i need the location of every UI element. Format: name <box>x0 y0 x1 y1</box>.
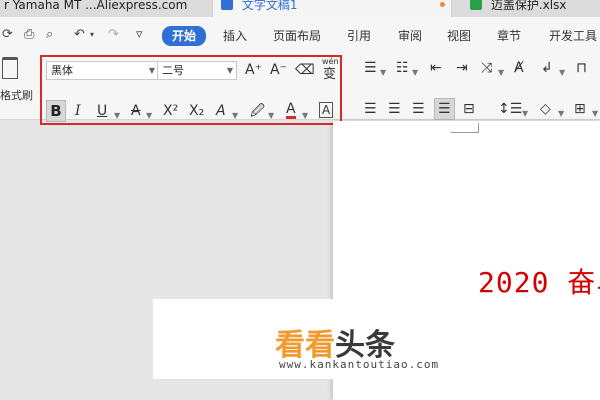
chevron-down-icon[interactable]: ▼ <box>380 64 386 82</box>
font-family-select[interactable]: 黑体 ▼ <box>46 61 159 80</box>
strikethrough-button[interactable]: A <box>131 102 141 120</box>
shading-icon[interactable]: ◇ <box>540 100 551 118</box>
chevron-down-icon[interactable]: ▼ <box>412 64 418 82</box>
chevron-down-icon: ▼ <box>148 66 155 75</box>
tab-spreadsheet[interactable]: 迈盖保护.xlsx <box>462 0 600 17</box>
format-painter-button[interactable]: 格式刷 <box>0 57 33 117</box>
watermark-url: www.kankantoutiao.com <box>279 358 440 371</box>
line-spacing-icon[interactable]: ↕☰ <box>498 100 522 118</box>
font-group-highlight: 黑体 ▼ 二号 ▼ A⁺ A⁻ ⌫ wén 变 B I U ▼ A ▼ X² X… <box>40 55 342 125</box>
font-size-select[interactable]: 二号 ▼ <box>157 61 237 80</box>
document-heading[interactable]: 2020 奋斗 <box>478 261 600 301</box>
chevron-down-icon[interactable]: ▼ <box>232 107 238 125</box>
highlight-color-button[interactable]: 🖉 <box>250 102 265 120</box>
chinese-layout-icon[interactable]: ⤨ <box>481 59 492 77</box>
format-painter-label: 格式刷 <box>0 89 33 102</box>
tab-aliexpress[interactable]: r Yamaha MT ...Aliexpress.com <box>0 0 210 17</box>
superscript-button[interactable]: X² <box>163 102 178 120</box>
distributed-align-icon[interactable]: ⊟ <box>463 100 475 118</box>
align-center-icon[interactable]: ☰ <box>388 100 401 118</box>
align-right-icon[interactable]: ☰ <box>412 100 425 118</box>
font-size-value: 二号 <box>162 64 184 77</box>
sort-icon[interactable]: Ⱥ <box>514 59 524 77</box>
numbered-list-icon[interactable]: ☷ <box>396 59 409 77</box>
show-marks-icon[interactable]: ↲ <box>541 59 553 77</box>
tab-home[interactable]: 开始 <box>162 26 207 46</box>
tab-section[interactable]: 章节 <box>497 27 521 45</box>
chevron-down-icon[interactable]: ▼ <box>114 107 120 125</box>
shrink-font-icon[interactable]: A⁻ <box>270 61 287 79</box>
format-painter-icon <box>2 57 18 79</box>
tab-title: r Yamaha MT ...Aliexpress.com <box>4 0 188 12</box>
chevron-down-icon[interactable]: ▼ <box>268 107 274 125</box>
tab-insert[interactable]: 插入 <box>223 27 247 45</box>
font-color-button[interactable]: A <box>286 102 296 119</box>
justify-icon[interactable]: ☰ <box>434 98 455 120</box>
page-corner-marker <box>451 123 479 133</box>
tab-page-layout[interactable]: 页面布局 <box>273 27 321 45</box>
character-border-button[interactable]: A <box>319 102 334 118</box>
tab-developer-tools[interactable]: 开发工具 <box>549 27 597 45</box>
watermark-overlay: 看看头条 www.kankantoutiao.com <box>153 299 489 379</box>
tab-view[interactable]: 视图 <box>447 27 471 45</box>
paragraph-group: ☰ ▼ ☷ ▼ ⇤ ⇥ ⤨ ▼ Ⱥ ↲ ▼ ⊓ ☰ ☰ ☰ ☰ ⊟ ↕☰ ▼ ◇… <box>360 55 600 125</box>
phonetic-guide-icon[interactable]: 变 <box>323 66 336 84</box>
undo-icon[interactable]: ↶ <box>74 27 85 43</box>
customize-toolbar-icon[interactable]: ▿ <box>136 27 143 43</box>
print-icon[interactable]: ⎙ <box>24 27 34 43</box>
quick-access-app-icon[interactable]: ⟳ <box>2 27 13 43</box>
unsaved-indicator-icon <box>440 2 445 7</box>
tab-review[interactable]: 审阅 <box>398 27 422 45</box>
chevron-down-icon[interactable]: ▼ <box>302 107 308 125</box>
bullet-list-icon[interactable]: ☰ <box>364 59 377 77</box>
chevron-down-icon[interactable]: ▼ <box>146 107 152 125</box>
decrease-indent-icon[interactable]: ⇤ <box>430 59 442 77</box>
text-effects-button[interactable]: A <box>216 102 226 120</box>
tab-references[interactable]: 引用 <box>347 27 371 45</box>
chevron-down-icon[interactable]: ▼ <box>559 64 565 82</box>
chevron-down-icon[interactable]: ▼ <box>498 64 504 82</box>
underline-button[interactable]: U <box>97 102 107 120</box>
writer-doc-icon <box>221 0 233 10</box>
borders-icon[interactable]: ⊞ <box>574 100 586 118</box>
tab-writer-document[interactable]: 文字文稿1 <box>212 0 452 17</box>
ribbon: ⟳ ⎙ ⌕ ↶ ▾ ↷ ▿ 开始 插入 页面布局 引用 审阅 视图 章节 开发工… <box>0 17 600 125</box>
tab-title: 文字文稿1 <box>241 0 298 12</box>
document-tab-bar: r Yamaha MT ...Aliexpress.com 文字文稿1 迈盖保护… <box>0 0 600 17</box>
subscript-button[interactable]: X₂ <box>189 102 204 120</box>
italic-button[interactable]: I <box>75 102 81 120</box>
undo-dropdown-icon[interactable]: ▾ <box>90 27 94 43</box>
grow-font-icon[interactable]: A⁺ <box>245 61 262 79</box>
print-preview-icon[interactable]: ⌕ <box>46 27 53 43</box>
redo-icon[interactable]: ↷ <box>108 27 119 43</box>
increase-indent-icon[interactable]: ⇥ <box>456 59 468 77</box>
tab-stops-icon[interactable]: ⊓ <box>576 59 587 77</box>
tab-title: 迈盖保护.xlsx <box>490 0 567 12</box>
spreadsheet-icon <box>470 0 482 10</box>
font-family-value: 黑体 <box>51 64 73 77</box>
clear-formatting-icon[interactable]: ⌫ <box>295 61 315 79</box>
chevron-down-icon: ▼ <box>226 66 233 75</box>
align-left-icon[interactable]: ☰ <box>364 100 377 118</box>
bold-button[interactable]: B <box>46 100 66 122</box>
menu-bar: ⟳ ⎙ ⌕ ↶ ▾ ↷ ▿ 开始 插入 页面布局 引用 审阅 视图 章节 开发工… <box>0 17 600 54</box>
